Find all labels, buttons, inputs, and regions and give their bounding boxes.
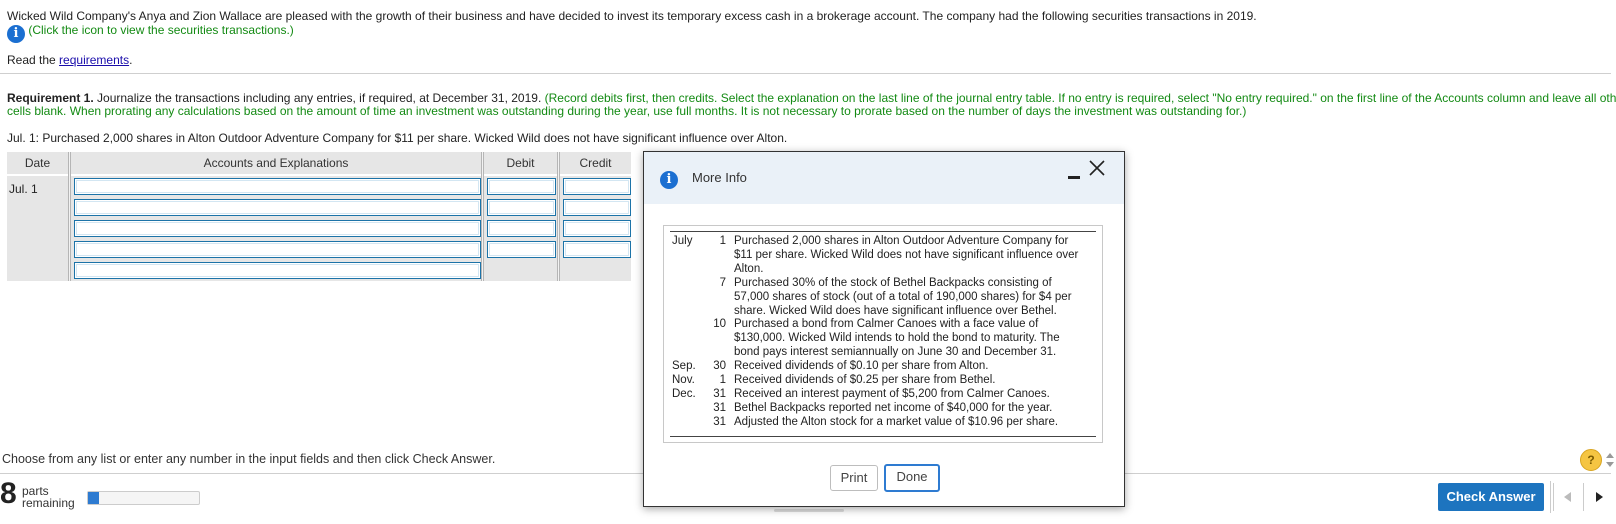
transaction-description: Received an interest payment of $5,200 f… bbox=[734, 387, 1094, 401]
transaction-day: 31 bbox=[713, 415, 726, 428]
help-icon[interactable]: ? bbox=[1580, 449, 1602, 471]
dialog-header: i More Info bbox=[644, 152, 1124, 204]
requirements-link[interactable]: requirements bbox=[59, 53, 129, 67]
transaction-month: July bbox=[672, 235, 693, 247]
list-top-rule bbox=[670, 231, 1096, 232]
requirement-label: Requirement 1. bbox=[7, 91, 94, 105]
transaction-description-line: Bethel Backpacks reported net income of … bbox=[734, 401, 1053, 414]
prev-arrow-icon bbox=[1564, 492, 1571, 502]
transaction-description: Purchased 2,000 shares in Alton Outdoor … bbox=[734, 234, 1094, 276]
parts-count: 8 bbox=[0, 477, 17, 510]
transaction-day: 10 bbox=[713, 318, 726, 331]
progress-bar bbox=[87, 491, 200, 505]
col-header-date: Date bbox=[7, 152, 68, 174]
icon-hint-row: i (Click the icon to view the securities… bbox=[7, 23, 294, 43]
transaction-description-line: Purchased 30% of the stock of Bethel Bac… bbox=[734, 276, 1052, 289]
journal-date-value: Jul. 1 bbox=[9, 182, 38, 196]
read-requirements-row: Read the requirements. bbox=[7, 53, 132, 67]
account-input-4[interactable] bbox=[74, 241, 481, 258]
done-button[interactable]: Done bbox=[884, 464, 940, 492]
parts-label: parts remaining bbox=[22, 485, 75, 509]
account-input-3[interactable] bbox=[74, 220, 481, 237]
parts-label-line-2: remaining bbox=[22, 496, 75, 510]
requirement-text: Journalize the transactions including an… bbox=[93, 91, 545, 105]
col-header-debit: Debit bbox=[484, 152, 557, 174]
prev-button[interactable] bbox=[1553, 483, 1583, 511]
credit-input-3[interactable] bbox=[563, 220, 631, 237]
transaction-description-line: 57,000 shares of stock (out of a total o… bbox=[734, 290, 1072, 303]
col-header-accounts: Accounts and Explanations bbox=[71, 152, 481, 174]
transaction-description: Purchased 30% of the stock of Bethel Bac… bbox=[734, 276, 1094, 318]
transaction-description-line: Adjusted the Alton stock for a market va… bbox=[734, 415, 1059, 428]
debit-input-2[interactable] bbox=[487, 199, 556, 216]
credit-input-1[interactable] bbox=[563, 178, 631, 195]
obscured-bottom-button bbox=[774, 509, 844, 512]
problem-intro: Wicked Wild Company's Anya and Zion Wall… bbox=[7, 9, 1257, 23]
check-answer-button[interactable]: Check Answer bbox=[1438, 483, 1544, 511]
requirement-block: Requirement 1. Journalize the transactio… bbox=[7, 91, 1616, 118]
transaction-description-line: $11 per share. Wicked Wild does not have… bbox=[734, 249, 1079, 261]
print-button[interactable]: Print bbox=[830, 465, 878, 491]
transaction-month: Nov. bbox=[672, 374, 695, 386]
list-bottom-rule bbox=[670, 436, 1096, 437]
transaction-description-line: Purchased a bond from Calmer Canoes with… bbox=[734, 318, 1039, 331]
transaction-description-line: share. Wicked Wild does have significant… bbox=[734, 304, 1057, 317]
transaction-day: 1 bbox=[719, 374, 726, 386]
transaction-month: Dec. bbox=[672, 387, 696, 400]
transaction-description-line: Received an interest payment of $5,200 f… bbox=[734, 387, 1050, 400]
requirement-instruction-1: (Record debits first, then credits. Sele… bbox=[544, 91, 1616, 105]
transaction-day: 7 bbox=[719, 276, 726, 289]
close-icon[interactable] bbox=[1088, 159, 1106, 177]
transaction-day: 30 bbox=[713, 360, 726, 373]
footer-hint: Choose from any list or enter any number… bbox=[2, 452, 496, 466]
account-input-1[interactable] bbox=[74, 178, 481, 195]
progress-bar-fill bbox=[88, 492, 100, 504]
transaction-description-line: bond pays interest semiannually on June … bbox=[734, 346, 1057, 359]
scroll-arrows[interactable] bbox=[1606, 450, 1614, 470]
info-icon: i bbox=[660, 171, 678, 189]
next-button[interactable] bbox=[1583, 483, 1613, 511]
credit-input-4[interactable] bbox=[563, 241, 631, 258]
transaction-description-line: Received dividends of $0.25 per share fr… bbox=[734, 374, 996, 386]
journal-body-date: Jul. 1 bbox=[7, 176, 68, 281]
debit-input-4[interactable] bbox=[487, 241, 556, 258]
requirement-instruction-2: cells blank. When prorating any calculat… bbox=[7, 104, 1247, 118]
col-header-credit: Credit bbox=[560, 152, 631, 174]
minimize-icon[interactable] bbox=[1068, 176, 1080, 179]
transaction-description-line: Received dividends of $0.10 per share fr… bbox=[734, 360, 989, 373]
transaction-description: Purchased a bond from Calmer Canoes with… bbox=[734, 317, 1094, 359]
divider-top bbox=[0, 73, 1611, 74]
transaction-day: 1 bbox=[719, 235, 726, 247]
account-input-2[interactable] bbox=[74, 199, 481, 216]
transactions-list: July 1 Purchased 2,000 shares in Alton Out… bbox=[663, 225, 1103, 443]
transaction-description: Adjusted the Alton stock for a market va… bbox=[734, 415, 1094, 429]
debit-input-3[interactable] bbox=[487, 220, 556, 237]
nav-divider bbox=[1550, 481, 1551, 513]
read-prefix: Read the bbox=[7, 53, 60, 67]
dialog-title: More Info bbox=[692, 170, 747, 185]
info-icon[interactable]: i bbox=[7, 25, 25, 43]
transaction-description: Received dividends of $0.25 per share fr… bbox=[734, 373, 1094, 387]
read-suffix: . bbox=[129, 53, 133, 67]
credit-input-2[interactable] bbox=[563, 199, 631, 216]
transaction-day: 31 bbox=[713, 387, 726, 400]
transaction-description-line: Purchased 2,000 shares in Alton Outdoor … bbox=[734, 235, 1069, 247]
transaction-description: Bethel Backpacks reported net income of … bbox=[734, 401, 1094, 415]
transaction-month: Sep. bbox=[672, 360, 696, 373]
transaction-description: Received dividends of $0.10 per share fr… bbox=[734, 359, 1094, 373]
explanation-input[interactable] bbox=[74, 262, 481, 279]
transaction-day: 31 bbox=[713, 401, 726, 414]
next-arrow-icon bbox=[1596, 492, 1603, 502]
transaction-description-line: $130,000. Wicked Wild intends to hold th… bbox=[734, 332, 1060, 345]
transaction-prompt: Jul. 1: Purchased 2,000 shares in Alton … bbox=[7, 131, 788, 145]
debit-input-1[interactable] bbox=[487, 178, 556, 195]
transaction-description-line: Alton. bbox=[734, 263, 764, 275]
icon-hint-text: (Click the icon to view the securities t… bbox=[28, 23, 294, 37]
more-info-dialog: i More Info July 1 Purchased 2,000 shares … bbox=[643, 151, 1125, 507]
